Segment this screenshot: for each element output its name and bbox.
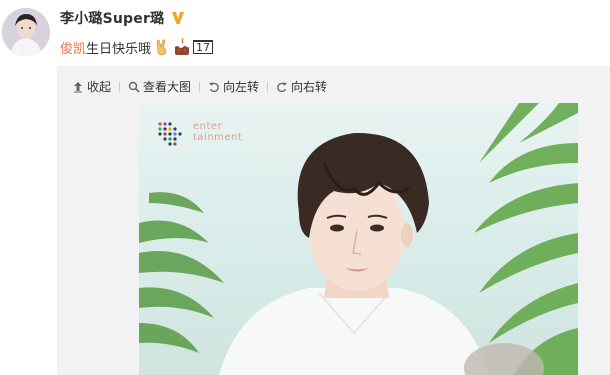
brand-watermark: enter tainment [157,121,242,151]
brand-text-line1: enter [193,121,223,132]
brand-text-line2: tainment [193,132,243,143]
verified-v-icon[interactable] [170,10,186,26]
arrow-up-icon [72,81,84,93]
rotate-left-label: 向左转 [223,80,260,94]
victory-hand-emoji [153,38,171,56]
mention-link[interactable]: 俊凯 [60,38,86,57]
brand-text: enter tainment [193,121,242,143]
dots-logo-icon [158,122,182,146]
toolbar-divider [267,81,269,92]
post-text: 生日快乐哦 [86,41,152,57]
rotate-left-button[interactable]: 向左转 [208,78,259,95]
toolbar-divider [199,81,201,92]
avatar[interactable] [2,8,50,56]
author-name-row: 李小璐Super璐 [60,8,186,28]
birthday-cake-emoji [173,38,191,56]
toolbar-divider [119,81,121,92]
post-content: 俊凯 生日快乐哦 17 [60,37,214,57]
post-photo[interactable]: enter tainment [139,103,578,375]
collapse-button[interactable]: 收起 [72,78,111,95]
collapse-label: 收起 [87,80,112,94]
rotate-right-icon [276,81,288,93]
author-name[interactable]: 李小璐Super璐 [60,8,164,28]
view-large-label: 查看大图 [143,80,192,94]
weibo-post: 李小璐Super璐 俊凯 生日快乐哦 17 收起 查看大图 向左转 向右转 en… [0,0,610,375]
avatar-image [2,8,50,56]
post-trailing-symbol: 17 [193,40,214,54]
media-expanded-panel: 收起 查看大图 向左转 向右转 enter tainment [57,66,610,375]
media-toolbar: 收起 查看大图 向左转 向右转 [72,78,327,95]
rotate-left-icon [208,81,220,93]
search-icon [128,81,140,93]
view-large-button[interactable]: 查看大图 [128,78,191,95]
rotate-right-label: 向右转 [291,80,328,94]
rotate-right-button[interactable]: 向右转 [276,78,327,95]
